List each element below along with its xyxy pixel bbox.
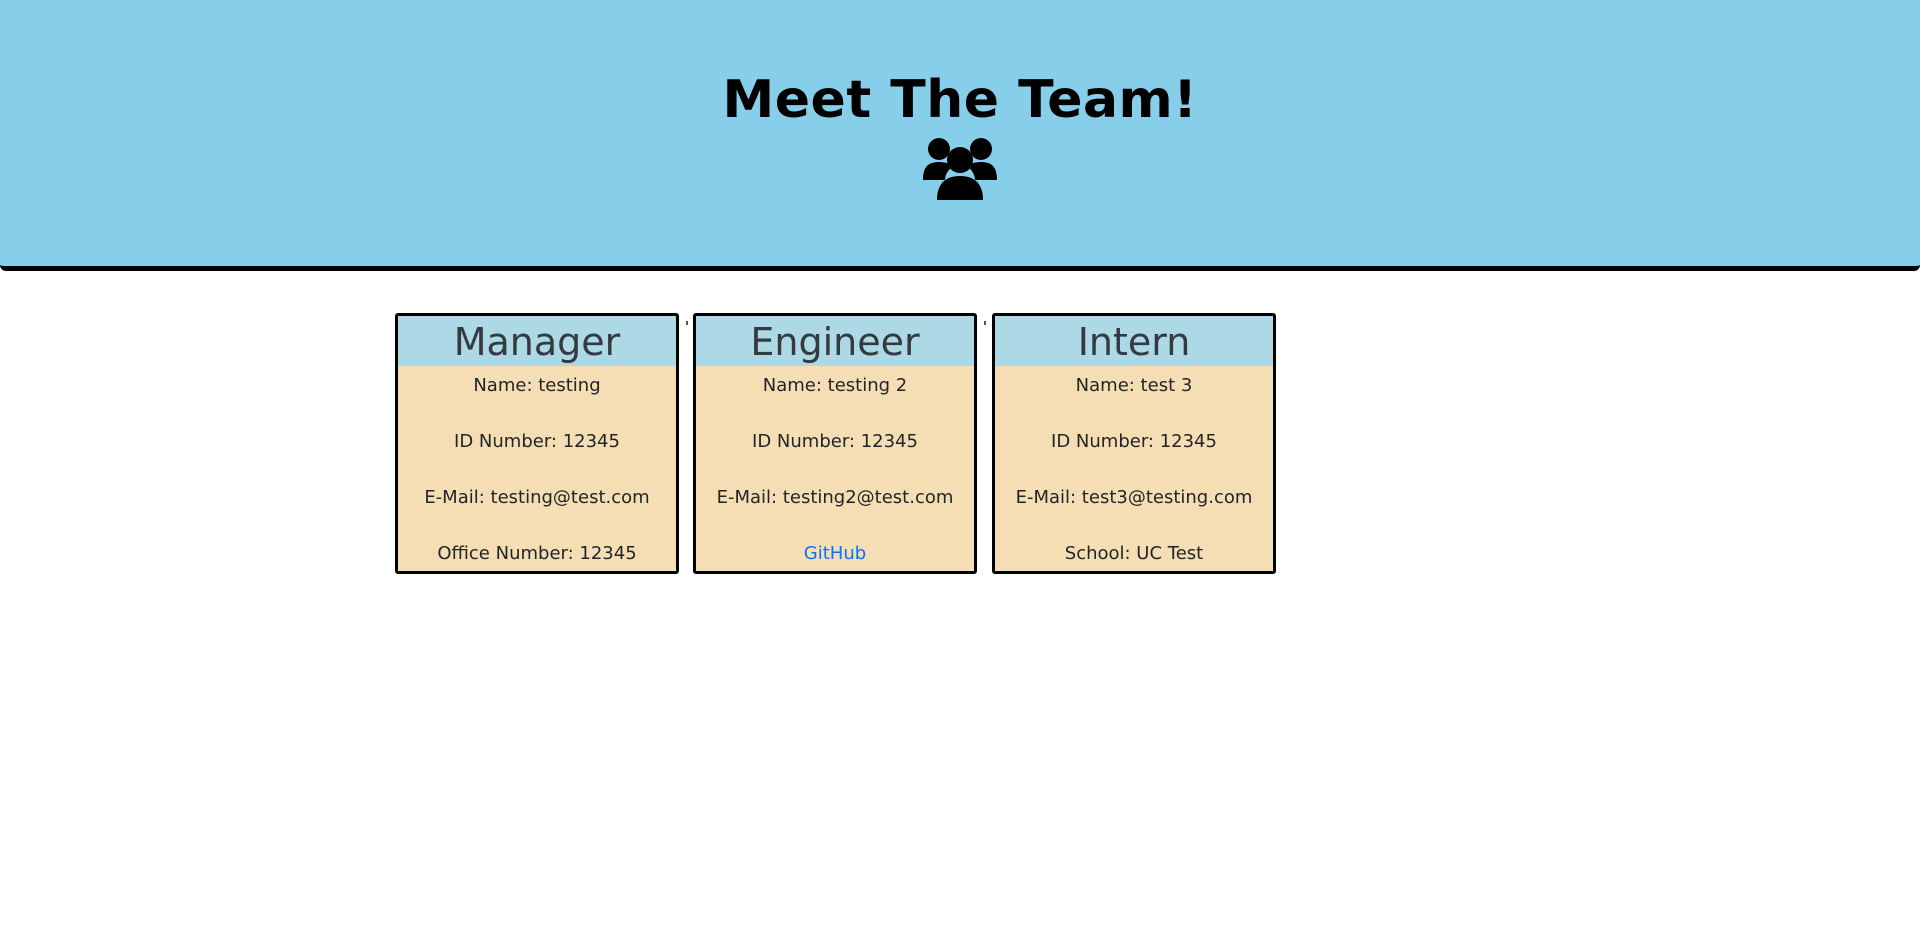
card-title: Engineer [696,316,974,366]
card-title: Intern [995,316,1273,366]
intern-card: Intern Name: test 3 ID Number: 12345 E-M… [992,313,1276,574]
github-link-row: GitHub [696,534,974,571]
card-details: Name: testing ID Number: 12345 E-Mail: t… [398,366,676,571]
manager-card: Manager Name: testing ID Number: 12345 E… [395,313,679,574]
employee-email: E-Mail: testing2@test.com [716,487,954,508]
employee-name: Name: testing 2 [762,375,908,396]
office-number: Office Number: 12345 [437,543,637,564]
school: School: UC Test [1064,543,1204,564]
employee-email: E-Mail: testing@test.com [424,487,650,508]
employee-id: ID Number: 12345 [1051,431,1217,452]
employee-id: ID Number: 12345 [752,431,918,452]
card-details: Name: testing 2 ID Number: 12345 E-Mail:… [696,366,974,571]
employee-name: Name: test 3 [1075,375,1193,396]
page-banner: Meet The Team! [0,0,1920,271]
card-title: Manager [398,316,676,366]
team-cards: Manager Name: testing ID Number: 12345 E… [395,313,1283,575]
employee-name: Name: testing [473,375,601,396]
employee-id: ID Number: 12345 [454,431,620,452]
employee-email: E-Mail: test3@testing.com [1015,487,1253,508]
card-details: Name: test 3 ID Number: 12345 E-Mail: te… [995,366,1273,571]
users-icon [923,138,997,200]
engineer-card: Engineer Name: testing 2 ID Number: 1234… [693,313,977,574]
page-title: Meet The Team! [722,70,1198,130]
separator-mark [984,321,986,325]
separator-mark [686,321,688,325]
github-link[interactable]: GitHub [804,543,866,564]
